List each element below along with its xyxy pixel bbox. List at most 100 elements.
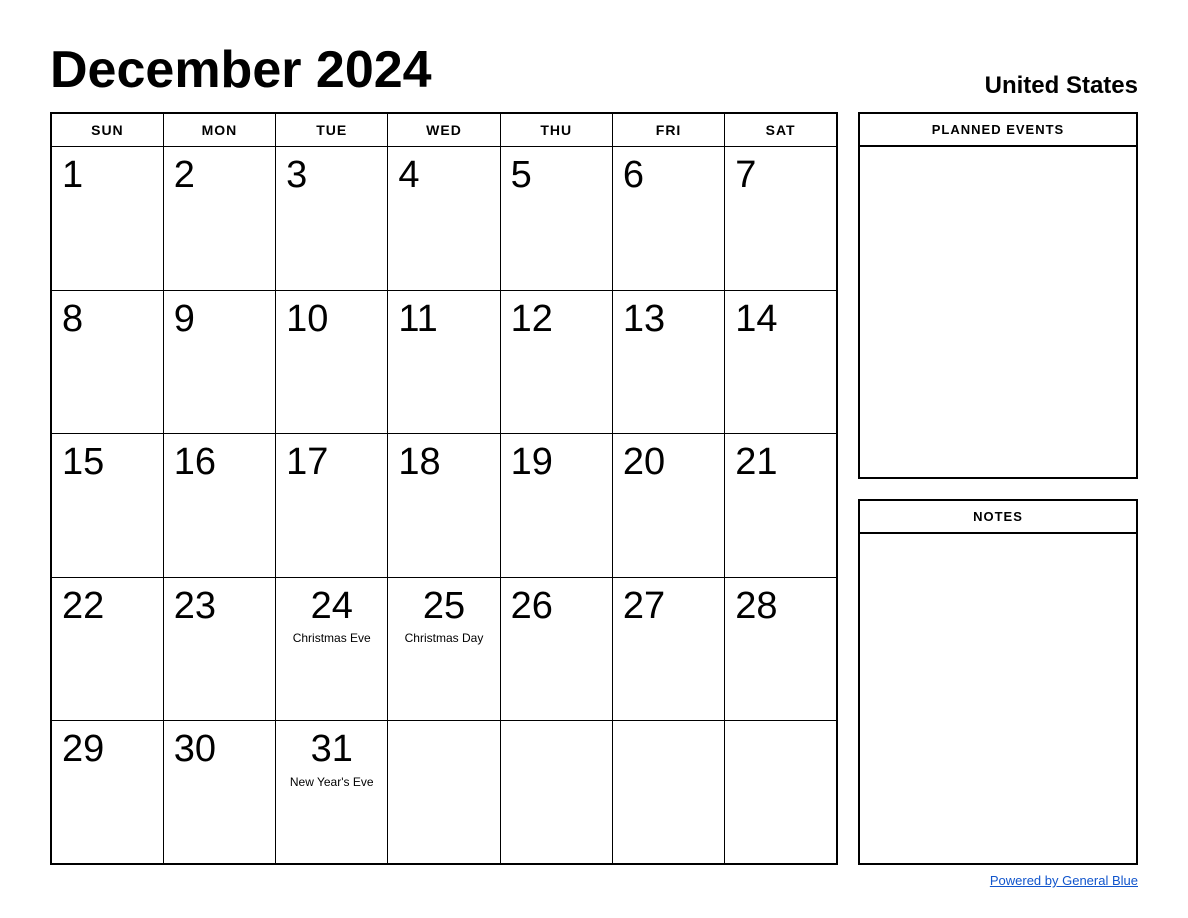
day-with-holiday: 24 Christmas Eve — [286, 586, 377, 647]
calendar-cell: 31 New Year's Eve — [276, 721, 388, 865]
day-number: 17 — [286, 441, 328, 483]
calendar-cell — [500, 721, 612, 865]
calendar-cell: 8 — [51, 290, 163, 434]
calendar-week-row: 8 9 10 11 12 13 14 — [51, 290, 837, 434]
page-header: December 2024 United States — [50, 40, 1138, 100]
powered-by-link[interactable]: Powered by General Blue — [990, 873, 1138, 888]
planned-events-content — [860, 147, 1136, 477]
calendar-cell: 22 — [51, 577, 163, 721]
planned-events-header: PLANNED EVENTS — [860, 114, 1136, 147]
col-fri: FRI — [612, 113, 724, 147]
calendar-cell — [725, 721, 837, 865]
col-mon: MON — [163, 113, 275, 147]
calendar-cell: 20 — [612, 434, 724, 578]
day-number: 5 — [511, 154, 532, 196]
calendar-week-row: 1 2 3 4 5 6 7 — [51, 147, 837, 291]
col-tue: TUE — [276, 113, 388, 147]
calendar-week-row: 15 16 17 18 19 20 21 — [51, 434, 837, 578]
calendar-cell: 12 — [500, 290, 612, 434]
calendar-cell: 27 — [612, 577, 724, 721]
calendar-cell: 23 — [163, 577, 275, 721]
day-number: 3 — [286, 154, 307, 196]
day-number: 30 — [174, 728, 216, 770]
calendar-section: SUN MON TUE WED THU FRI SAT 123456789101… — [50, 112, 838, 865]
col-wed: WED — [388, 113, 500, 147]
calendar-cell: 29 — [51, 721, 163, 865]
calendar-cell: 13 — [612, 290, 724, 434]
right-section: PLANNED EVENTS NOTES — [858, 112, 1138, 865]
col-sat: SAT — [725, 113, 837, 147]
day-number: 7 — [735, 154, 756, 196]
days-of-week-row: SUN MON TUE WED THU FRI SAT — [51, 113, 837, 147]
calendar-cell: 9 — [163, 290, 275, 434]
notes-box: NOTES — [858, 499, 1138, 866]
calendar-cell: 7 — [725, 147, 837, 291]
day-number: 29 — [62, 728, 104, 770]
calendar-cell: 26 — [500, 577, 612, 721]
day-number: 27 — [623, 585, 665, 627]
day-with-holiday: 25 Christmas Day — [398, 586, 489, 647]
day-number: 9 — [174, 298, 195, 340]
page-title: December 2024 — [50, 40, 432, 100]
col-sun: SUN — [51, 113, 163, 147]
day-number: 13 — [623, 298, 665, 340]
day-number: 28 — [735, 585, 777, 627]
calendar-cell: 14 — [725, 290, 837, 434]
holiday-name: Christmas Day — [405, 631, 484, 647]
day-number: 2 — [174, 154, 195, 196]
calendar-week-row: 22 23 24 Christmas Eve 25 Christmas Day 2… — [51, 577, 837, 721]
calendar-cell: 4 — [388, 147, 500, 291]
day-number: 10 — [286, 298, 328, 340]
calendar-cell: 15 — [51, 434, 163, 578]
day-number: 24 — [311, 586, 353, 628]
day-number: 22 — [62, 585, 104, 627]
day-number: 14 — [735, 298, 777, 340]
day-number: 19 — [511, 441, 553, 483]
day-with-holiday: 31 New Year's Eve — [286, 729, 377, 790]
day-number: 15 — [62, 441, 104, 483]
calendar-cell: 28 — [725, 577, 837, 721]
day-number: 25 — [423, 586, 465, 628]
calendar-cell: 24 Christmas Eve — [276, 577, 388, 721]
day-number: 20 — [623, 441, 665, 483]
day-number: 16 — [174, 441, 216, 483]
day-number: 8 — [62, 298, 83, 340]
calendar-cell: 11 — [388, 290, 500, 434]
footer: Powered by General Blue — [50, 873, 1138, 888]
notes-header: NOTES — [860, 501, 1136, 534]
day-number: 26 — [511, 585, 553, 627]
calendar-cell: 3 — [276, 147, 388, 291]
calendar-cell: 2 — [163, 147, 275, 291]
col-thu: THU — [500, 113, 612, 147]
day-number: 31 — [311, 729, 353, 771]
day-number: 21 — [735, 441, 777, 483]
holiday-name: New Year's Eve — [290, 775, 374, 791]
calendar-cell: 25 Christmas Day — [388, 577, 500, 721]
calendar-cell: 30 — [163, 721, 275, 865]
day-number: 11 — [398, 298, 437, 340]
holiday-name: Christmas Eve — [293, 631, 371, 647]
day-number: 18 — [398, 441, 440, 483]
calendar-cell — [612, 721, 724, 865]
calendar-cell: 21 — [725, 434, 837, 578]
day-number: 1 — [62, 154, 83, 196]
calendar-cell: 5 — [500, 147, 612, 291]
day-number: 4 — [398, 154, 419, 196]
calendar-cell: 10 — [276, 290, 388, 434]
calendar-cell — [388, 721, 500, 865]
calendar-table: SUN MON TUE WED THU FRI SAT 123456789101… — [50, 112, 838, 865]
main-content: SUN MON TUE WED THU FRI SAT 123456789101… — [50, 112, 1138, 865]
calendar-cell: 17 — [276, 434, 388, 578]
calendar-cell: 1 — [51, 147, 163, 291]
calendar-cell: 6 — [612, 147, 724, 291]
calendar-cell: 19 — [500, 434, 612, 578]
day-number: 23 — [174, 585, 216, 627]
planned-events-box: PLANNED EVENTS — [858, 112, 1138, 479]
calendar-cell: 16 — [163, 434, 275, 578]
calendar-week-row: 29 30 31 New Year's Eve — [51, 721, 837, 865]
country-label: United States — [985, 72, 1138, 100]
calendar-cell: 18 — [388, 434, 500, 578]
day-number: 12 — [511, 298, 553, 340]
day-number: 6 — [623, 154, 644, 196]
notes-content — [860, 534, 1136, 864]
